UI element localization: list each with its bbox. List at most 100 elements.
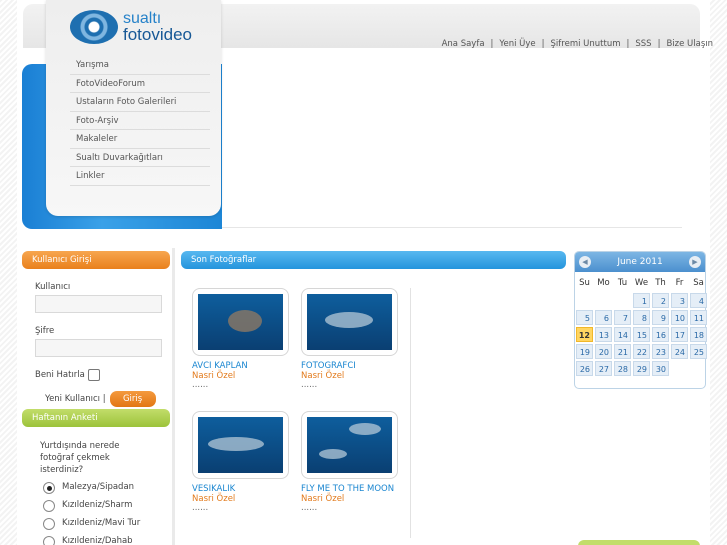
calendar-day[interactable]: 9 — [652, 310, 669, 325]
calendar-day[interactable]: 21 — [614, 344, 631, 359]
calendar-day-of-week: Fr — [675, 278, 684, 288]
poll-option[interactable]: Kızıldeniz/Dahab — [43, 536, 170, 545]
calendar-day-of-week: Sa — [693, 278, 704, 288]
photo-card: FLY ME TO THE MOON Nasri Özel ...... — [301, 411, 401, 513]
side-menu: Yarışma FotoVideoForum Ustaların Foto Ga… — [70, 56, 210, 186]
column-divider — [172, 248, 175, 545]
calendar-day[interactable]: 30 — [652, 361, 669, 376]
calendar-day[interactable]: 10 — [671, 310, 688, 325]
banner-divider — [222, 227, 682, 228]
nav-sss[interactable]: SSS — [635, 39, 651, 49]
nav-ana-sayfa[interactable]: Ana Sayfa — [442, 39, 485, 49]
site-logo[interactable]: sualtı fotovideo — [70, 10, 192, 44]
calendar-day[interactable]: 6 — [595, 310, 612, 325]
new-user-link[interactable]: Yeni Kullanıcı | — [45, 394, 106, 404]
calendar-day[interactable]: 23 — [652, 344, 669, 359]
poll-option[interactable]: Kızıldeniz/Sharm — [43, 500, 170, 512]
camera-shutter-icon — [70, 10, 118, 44]
calendar-day[interactable]: 14 — [614, 327, 631, 342]
calendar-empty-cell — [614, 293, 631, 308]
remember-checkbox[interactable] — [87, 369, 100, 381]
photo-title[interactable]: VESIKALIK — [192, 484, 292, 494]
poll-option[interactable]: Kızıldeniz/Mavi Tur — [43, 518, 170, 530]
calendar-day[interactable]: 29 — [633, 361, 650, 376]
menu-item-makaleler[interactable]: Makaleler — [70, 130, 210, 149]
nav-yeni-uye[interactable]: Yeni Üye — [499, 39, 535, 49]
password-input[interactable] — [35, 339, 162, 357]
calendar-day[interactable]: 13 — [595, 327, 612, 342]
photo-card: AVCI KAPLAN Nasri Özel ...... — [192, 288, 292, 390]
menu-item-galeriler[interactable]: Ustaların Foto Galerileri — [70, 93, 210, 112]
nav-sifremi-unuttum[interactable]: Şifremi Unuttum — [551, 39, 621, 49]
calendar-day-of-week: We — [634, 278, 649, 288]
calendar-day-of-week: Tu — [617, 278, 628, 288]
calendar-day[interactable]: 24 — [671, 344, 688, 359]
calendar-grid: Su Mo Tu We Th Fr Sa 1 2 3 4 5 6 7 8 9 10 11 12 13 14 15 16 17 1… — [575, 272, 707, 376]
calendar-day[interactable]: 7 — [614, 310, 631, 325]
photo-title[interactable]: FLY ME TO THE MOON — [301, 484, 401, 494]
calendar-day[interactable]: 4 — [690, 293, 707, 308]
calendar-day-of-week: Su — [579, 278, 590, 288]
calendar-day[interactable]: 20 — [595, 344, 612, 359]
top-navigation: Ana Sayfa | Yeni Üye | Şifremi Unuttum | SS… — [442, 39, 713, 49]
photo-more: ...... — [192, 503, 209, 513]
photo-thumbnail[interactable] — [301, 411, 398, 479]
photo-thumbnail[interactable] — [192, 288, 289, 356]
prev-month-icon[interactable]: ◀ — [579, 256, 591, 268]
poll-option[interactable]: Malezya/Sipadan — [43, 482, 170, 494]
photo-title[interactable]: AVCI KAPLAN — [192, 361, 292, 371]
main-menu-box: sualtı fotovideo Yarışma FotoVideoForum … — [46, 0, 221, 216]
photo-more: ...... — [192, 380, 209, 390]
calendar-empty-cell — [576, 293, 593, 308]
photo-thumbnail[interactable] — [192, 411, 289, 479]
menu-item-yarisma[interactable]: Yarışma — [70, 56, 210, 75]
calendar-day[interactable]: 28 — [614, 361, 631, 376]
menu-item-duvarkagitlari[interactable]: Sualtı Duvarkağıtları — [70, 149, 210, 167]
remember-row: Beni Hatırla — [35, 369, 170, 381]
calendar-day-of-week: Th — [655, 278, 666, 288]
calendar-day[interactable]: 27 — [595, 361, 612, 376]
login-button[interactable]: Giriş — [109, 391, 156, 407]
menu-item-foto-arsiv[interactable]: Foto-Arşiv — [70, 112, 210, 130]
bottom-panel-edge — [578, 540, 700, 545]
calendar-day[interactable]: 11 — [690, 310, 707, 325]
calendar-day[interactable]: 15 — [633, 327, 650, 342]
calendar-day[interactable]: 8 — [633, 310, 650, 325]
menu-item-linkler[interactable]: Linkler — [70, 167, 210, 186]
poll-option-label: Kızıldeniz/Mavi Tur — [62, 518, 141, 528]
calendar-day[interactable]: 26 — [576, 361, 593, 376]
calendar-day[interactable]: 25 — [690, 344, 707, 359]
poll-option-label: Malezya/Sipadan — [62, 482, 135, 492]
calendar: ◀ June 2011 ▶ Su Mo Tu We Th Fr Sa 1 2 3 4 5 6 7 8 9 10 1… — [574, 251, 707, 389]
photo-more: ...... — [301, 380, 318, 390]
calendar-day[interactable]: 5 — [576, 310, 593, 325]
nav-bize-ulasin[interactable]: Bize Ulaşın — [666, 39, 713, 49]
photo-more: ...... — [301, 503, 318, 513]
calendar-day[interactable]: 1 — [633, 293, 650, 308]
calendar-day[interactable]: 18 — [690, 327, 707, 342]
calendar-today[interactable]: 12 — [576, 327, 593, 342]
calendar-day[interactable]: 17 — [671, 327, 688, 342]
password-label: Şifre — [35, 326, 55, 336]
nav-separator: | — [490, 39, 494, 49]
radio[interactable] — [43, 518, 55, 530]
calendar-day[interactable]: 16 — [652, 327, 669, 342]
username-input[interactable] — [35, 295, 162, 313]
radio[interactable] — [43, 500, 55, 512]
calendar-day[interactable]: 2 — [652, 293, 669, 308]
radio[interactable] — [43, 536, 55, 545]
calendar-day[interactable]: 19 — [576, 344, 593, 359]
photo-image — [307, 417, 392, 473]
login-actions: Yeni Kullanıcı | Giriş — [45, 391, 170, 407]
radio-selected[interactable] — [43, 482, 55, 494]
photo-title[interactable]: FOTOGRAFCI — [301, 361, 401, 371]
photo-thumbnail[interactable] — [301, 288, 398, 356]
photos-panel: Son Fotoğraflar — [181, 251, 566, 269]
next-month-icon[interactable]: ▶ — [689, 256, 701, 268]
logo-line-2: fotovideo — [123, 25, 192, 44]
nav-separator: | — [541, 39, 545, 49]
calendar-day[interactable]: 3 — [671, 293, 688, 308]
menu-item-forum[interactable]: FotoVideoForum — [70, 75, 210, 93]
poll-title: Haftanın Anketi — [22, 409, 170, 427]
calendar-day[interactable]: 22 — [633, 344, 650, 359]
